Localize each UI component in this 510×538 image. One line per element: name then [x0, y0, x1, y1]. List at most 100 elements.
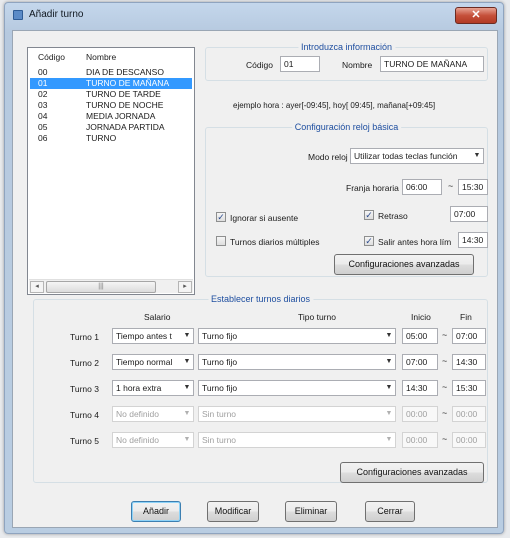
scrollbar-thumb[interactable]: ||| [46, 281, 156, 293]
daily-advanced-button[interactable]: Configuraciones avanzadas [340, 462, 484, 483]
salary-value: 1 hora extra [116, 383, 162, 393]
list-item-name: MEDIA JORNADA [86, 111, 156, 121]
chevron-down-icon: ▼ [385, 332, 393, 339]
chevron-down-icon: ▼ [183, 358, 191, 365]
close-button[interactable]: Cerrar [365, 501, 415, 522]
list-item[interactable]: 06 TURNO [30, 133, 192, 144]
end-column-header: Fin [460, 312, 472, 322]
salary-select[interactable]: No definido ▼ [112, 432, 194, 448]
chevron-down-icon: ▼ [385, 384, 393, 391]
range-start-field[interactable]: 06:00 [402, 179, 442, 195]
turn-type-select[interactable]: Turno fijo ▼ [198, 380, 396, 396]
turn-end-field[interactable]: 15:30 [452, 380, 486, 396]
delay-checkbox[interactable]: ✓ [364, 210, 374, 220]
time-format-example: ejemplo hora : ayer[-09:45], hoy[ 09:45]… [233, 101, 436, 110]
scroll-left-button[interactable]: ◂ [30, 281, 44, 293]
list-item[interactable]: 05 JORNADA PARTIDA [30, 122, 192, 133]
early-leave-label: Salir antes hora lím [378, 237, 452, 247]
mode-value: Utilizar todas teclas función [354, 151, 458, 161]
range-end-field[interactable]: 15:30 [458, 179, 488, 195]
turn-start-field[interactable]: 05:00 [402, 328, 438, 344]
list-item-code: 04 [38, 111, 48, 121]
range-separator: ~ [448, 181, 454, 191]
turn-label: Turno 1 [70, 332, 99, 342]
turn-start-field[interactable]: 07:00 [402, 354, 438, 370]
list-item[interactable]: 02 TURNO DE TARDE [30, 89, 192, 100]
chevron-down-icon: ▼ [183, 384, 191, 391]
turn-type-value: Turno fijo [202, 357, 238, 367]
salary-column-header: Salario [144, 312, 171, 322]
chevron-down-icon: ▼ [183, 436, 191, 443]
column-header-code[interactable]: Código [38, 52, 65, 62]
modify-button[interactable]: Modificar [207, 501, 259, 522]
turn-type-select[interactable]: Sin turno ▼ [198, 406, 396, 422]
title-bar[interactable]: Añadir turno ✕ [5, 3, 503, 29]
list-item-name: TURNO DE NOCHE [86, 100, 164, 110]
list-item-code: 03 [38, 100, 48, 110]
basic-advanced-button[interactable]: Configuraciones avanzadas [334, 254, 474, 275]
turn-end-field[interactable]: 14:30 [452, 354, 486, 370]
salary-select[interactable]: No definido ▼ [112, 406, 194, 422]
multiple-shifts-checkbox[interactable] [216, 236, 226, 246]
add-button[interactable]: Añadir [131, 501, 181, 522]
list-item-code: 05 [38, 122, 48, 132]
name-field[interactable]: TURNO DE MAÑANA [380, 56, 484, 72]
turn-end-field[interactable]: 07:00 [452, 328, 486, 344]
mode-label: Modo reloj [308, 152, 348, 162]
turn-range-separator: ~ [442, 330, 448, 340]
turn-label: Turno 3 [70, 384, 99, 394]
list-item-name: TURNO DE TARDE [86, 89, 161, 99]
list-item-name: TURNO [86, 133, 117, 143]
ignore-absent-checkbox[interactable]: ✓ [216, 212, 226, 222]
window-title: Añadir turno [29, 9, 84, 20]
list-item[interactable]: 01 TURNO DE MAÑANA [30, 78, 192, 89]
shift-list[interactable]: Código Nombre 00 DIA DE DESCANSO 01 TURNO D… [27, 47, 195, 295]
basic-config-group: Configuración reloj básica Modo reloj Ut… [205, 122, 488, 277]
chevron-down-icon: ▼ [473, 152, 481, 159]
early-leave-field[interactable]: 14:30 [458, 232, 488, 248]
list-item[interactable]: 00 DIA DE DESCANSO [30, 67, 192, 78]
column-header-name[interactable]: Nombre [86, 52, 116, 62]
list-item-code: 00 [38, 67, 48, 77]
turn-start-field[interactable]: 00:00 [402, 406, 438, 422]
turn-type-select[interactable]: Turno fijo ▼ [198, 328, 396, 344]
turn-type-value: Sin turno [202, 409, 237, 419]
chevron-down-icon: ▼ [183, 332, 191, 339]
scroll-right-button[interactable]: ▸ [178, 281, 192, 293]
turn-type-select[interactable]: Sin turno ▼ [198, 432, 396, 448]
turn-range-separator: ~ [442, 408, 448, 418]
early-leave-checkbox[interactable]: ✓ [364, 236, 374, 246]
delete-button[interactable]: Eliminar [285, 501, 337, 522]
delay-field[interactable]: 07:00 [450, 206, 488, 222]
turn-start-field[interactable]: 00:00 [402, 432, 438, 448]
list-item-name: TURNO DE MAÑANA [86, 78, 170, 88]
horizontal-scrollbar[interactable]: ◂ ||| ▸ [29, 279, 193, 293]
turn-label: Turno 2 [70, 358, 99, 368]
close-window-button[interactable]: ✕ [455, 7, 497, 24]
salary-select[interactable]: Tiempo normal ▼ [112, 354, 194, 370]
list-item-code: 01 [38, 78, 48, 88]
turn-end-field[interactable]: 00:00 [452, 406, 486, 422]
turn-type-select[interactable]: Turno fijo ▼ [198, 354, 396, 370]
chevron-down-icon: ▼ [385, 358, 393, 365]
range-label: Franja horaria [346, 183, 399, 193]
code-label: Código [246, 60, 273, 70]
turn-start-field[interactable]: 14:30 [402, 380, 438, 396]
code-field[interactable]: 01 [280, 56, 320, 72]
salary-select[interactable]: 1 hora extra ▼ [112, 380, 194, 396]
list-item-code: 06 [38, 133, 48, 143]
list-item[interactable]: 04 MEDIA JORNADA [30, 111, 192, 122]
list-item[interactable]: 03 TURNO DE NOCHE [30, 100, 192, 111]
list-rows: 00 DIA DE DESCANSO 01 TURNO DE MAÑANA 02 TURN… [30, 67, 192, 144]
salary-select[interactable]: Tiempo antes t ▼ [112, 328, 194, 344]
type-column-header: Tipo turno [298, 312, 336, 322]
chevron-down-icon: ▼ [385, 410, 393, 417]
multiple-shifts-label: Turnos diarios múltiples [230, 237, 320, 247]
turn-end-field[interactable]: 00:00 [452, 432, 486, 448]
list-item-code: 02 [38, 89, 48, 99]
chevron-down-icon: ▼ [183, 410, 191, 417]
turn-type-value: Turno fijo [202, 331, 238, 341]
salary-value: No definido [116, 409, 160, 419]
mode-select[interactable]: Utilizar todas teclas función ▼ [350, 148, 484, 164]
salary-value: No definido [116, 435, 160, 445]
